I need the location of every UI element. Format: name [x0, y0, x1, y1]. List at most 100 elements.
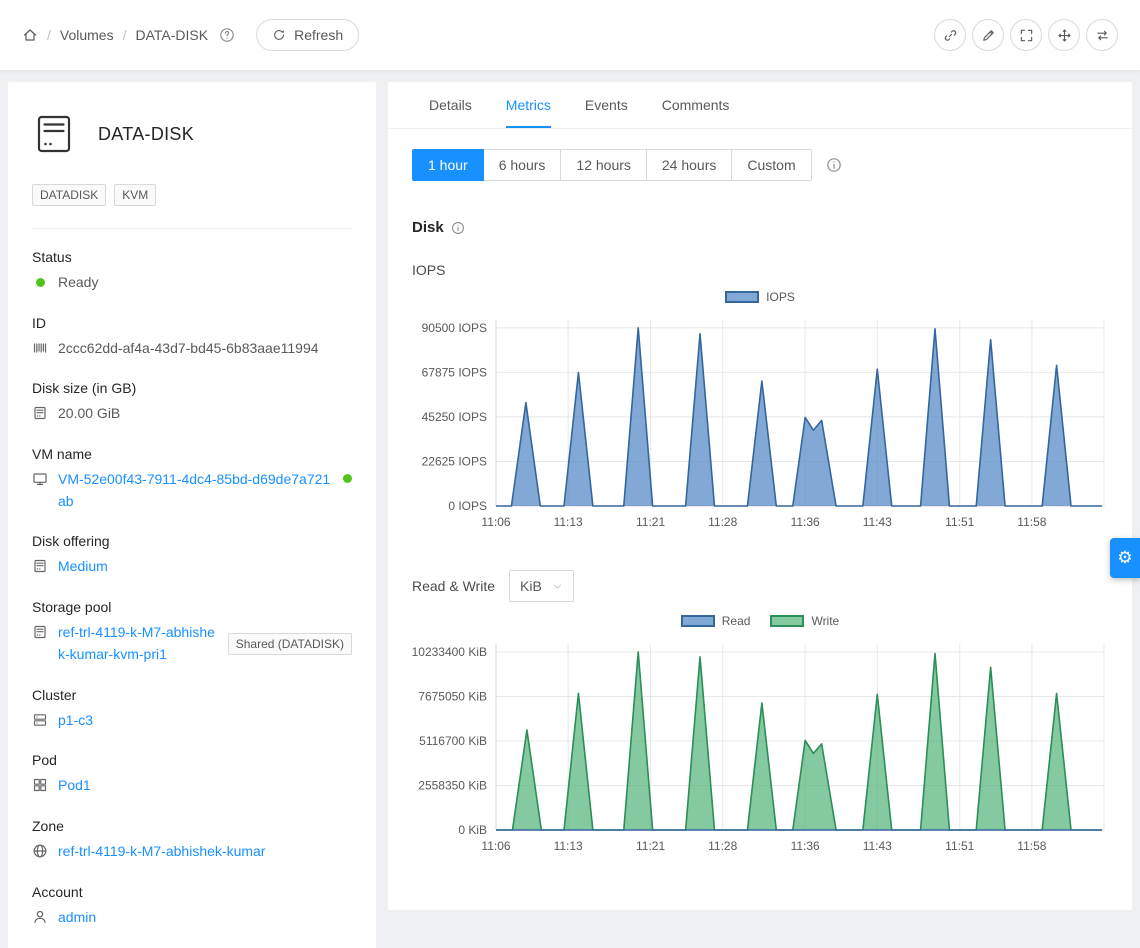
svg-text:11:51: 11:51 [945, 839, 974, 853]
barcode-icon [32, 340, 48, 356]
field-storage-pool: Storage pool ref-trl-4119-k-M7-abhishek-k… [32, 599, 352, 665]
legend-label: Write [811, 614, 839, 628]
field-account: Account admin [32, 884, 352, 929]
svg-text:11:21: 11:21 [636, 839, 665, 853]
range-1-hour[interactable]: 1 hour [412, 149, 484, 181]
divider [32, 228, 352, 229]
time-range-info-icon[interactable] [826, 157, 842, 173]
field-disk-offering: Disk offering Medium [32, 533, 352, 578]
field-pod: Pod Pod1 [32, 752, 352, 797]
field-value[interactable]: VM-52e00f43-7911-4dc4-85bd-d69de7a721ab [58, 469, 333, 512]
link-icon [943, 28, 958, 43]
svg-text:11:43: 11:43 [863, 515, 892, 529]
svg-text:11:13: 11:13 [554, 515, 583, 529]
volume-fields: StatusReady ID 2ccc62dd-af4a-43d7-bd45-6b8… [32, 249, 352, 928]
tab-comments[interactable]: Comments [662, 82, 730, 128]
globe-icon [32, 843, 48, 859]
field-value[interactable]: ref-trl-4119-k-M7-abhishek-kumar-kvm-pri… [58, 622, 216, 665]
field-label: ID [32, 315, 352, 331]
field-cluster: Clusterp1-c3 [32, 687, 352, 732]
field-status: StatusReady [32, 249, 352, 294]
unit-select[interactable]: KiB [509, 570, 574, 602]
help-icon[interactable] [219, 27, 235, 43]
volume-tag: KVM [114, 184, 156, 206]
tab-bar: Details Metrics Events Comments [388, 82, 1132, 129]
disk-info-icon[interactable] [451, 221, 465, 235]
field-vm-name: VM name VM-52e00f43-7911-4dc4-85bd-d69de7… [32, 446, 352, 512]
metrics-panel: 1 hour6 hours12 hours24 hoursCustom Disk… [388, 129, 1132, 896]
tab-metrics[interactable]: Metrics [506, 82, 551, 128]
tab-details[interactable]: Details [429, 82, 472, 128]
header-actions [934, 19, 1118, 51]
swap-icon [1095, 28, 1110, 43]
refresh-button[interactable]: Refresh [256, 19, 359, 51]
range-custom[interactable]: Custom [731, 149, 811, 181]
desktop-icon [32, 471, 48, 487]
tab-events[interactable]: Events [585, 82, 628, 128]
svg-text:22625 IOPS: 22625 IOPS [422, 454, 487, 468]
svg-text:11:06: 11:06 [481, 515, 510, 529]
field-label: Account [32, 884, 352, 900]
link-action-button[interactable] [934, 19, 966, 51]
move-action-button[interactable] [1048, 19, 1080, 51]
field-label: Storage pool [32, 599, 352, 615]
field-id: ID 2ccc62dd-af4a-43d7-bd45-6b83aae11994 [32, 315, 352, 360]
chevron-down-icon [552, 581, 563, 592]
unit-select-value: KiB [520, 578, 542, 594]
field-value[interactable]: admin [58, 907, 96, 929]
legend-swatch-icon [725, 291, 759, 303]
legend-label: Read [722, 614, 751, 628]
legend-swatch-icon [770, 615, 804, 627]
swap-action-button[interactable] [1086, 19, 1118, 51]
iops-chart: 0 IOPS22625 IOPS45250 IOPS67875 IOPS9050… [412, 306, 1108, 536]
edit-action-button[interactable] [972, 19, 1004, 51]
svg-text:67875 IOPS: 67875 IOPS [422, 365, 487, 379]
storage-pool-scope-tag: Shared (DATADISK) [228, 633, 352, 655]
read-write-title: Read & Write [412, 578, 495, 594]
home-icon[interactable] [22, 27, 38, 43]
volume-title: DATA-DISK [98, 124, 194, 145]
range-6-hours[interactable]: 6 hours [483, 149, 562, 181]
disk-icon [32, 558, 48, 574]
iops-legend: IOPS [412, 290, 1108, 304]
disk-section-title: Disk [412, 219, 1108, 236]
volume-info-card: DATA-DISK DATADISKKVM StatusReady ID 2ccc6… [8, 82, 376, 948]
svg-text:5116700 KiB: 5116700 KiB [419, 734, 487, 748]
read-write-legend: Read Write [412, 614, 1108, 628]
field-value[interactable]: Pod1 [58, 775, 91, 797]
volume-icon [32, 112, 76, 156]
field-value[interactable]: p1-c3 [58, 710, 93, 732]
range-12-hours[interactable]: 12 hours [560, 149, 646, 181]
disk-section-label: Disk [412, 219, 444, 236]
read-write-chart: 0 KiB2558350 KiB5116700 KiB7675050 KiB10… [412, 630, 1108, 860]
svg-text:7675050 KiB: 7675050 KiB [418, 689, 487, 703]
svg-text:10233400 KiB: 10233400 KiB [412, 645, 487, 659]
svg-text:11:21: 11:21 [636, 515, 665, 529]
range-24-hours[interactable]: 24 hours [646, 149, 732, 181]
svg-text:90500 IOPS: 90500 IOPS [422, 321, 487, 335]
svg-text:11:28: 11:28 [708, 839, 737, 853]
svg-text:11:13: 11:13 [554, 839, 583, 853]
disk-icon [32, 405, 48, 421]
svg-text:11:58: 11:58 [1017, 515, 1046, 529]
field-label: VM name [32, 446, 352, 462]
field-label: Pod [32, 752, 352, 768]
field-value: 2ccc62dd-af4a-43d7-bd45-6b83aae11994 [58, 338, 319, 360]
field-disk-size-in-gb: Disk size (in GB)20.00 GiB [32, 380, 352, 425]
field-value[interactable]: Medium [58, 556, 108, 578]
legend-read: Read [681, 614, 751, 628]
breadcrumb: / Volumes / DATA-DISK Refresh [22, 19, 359, 51]
expand-action-button[interactable] [1010, 19, 1042, 51]
vm-status-dot [343, 474, 352, 483]
time-range-row: 1 hour6 hours12 hours24 hoursCustom [412, 149, 1108, 181]
field-label: Disk offering [32, 533, 352, 549]
settings-gear-button[interactable]: ⚙ [1110, 538, 1140, 578]
breadcrumb-volumes[interactable]: Volumes [60, 27, 114, 43]
svg-text:11:58: 11:58 [1017, 839, 1046, 853]
user-icon [32, 909, 48, 925]
breadcrumb-current: DATA-DISK [135, 27, 208, 43]
field-value[interactable]: ref-trl-4119-k-M7-abhishek-kumar [58, 841, 265, 863]
field-label: Zone [32, 818, 352, 834]
field-label: Disk size (in GB) [32, 380, 352, 396]
volume-tags: DATADISKKVM [32, 184, 352, 206]
